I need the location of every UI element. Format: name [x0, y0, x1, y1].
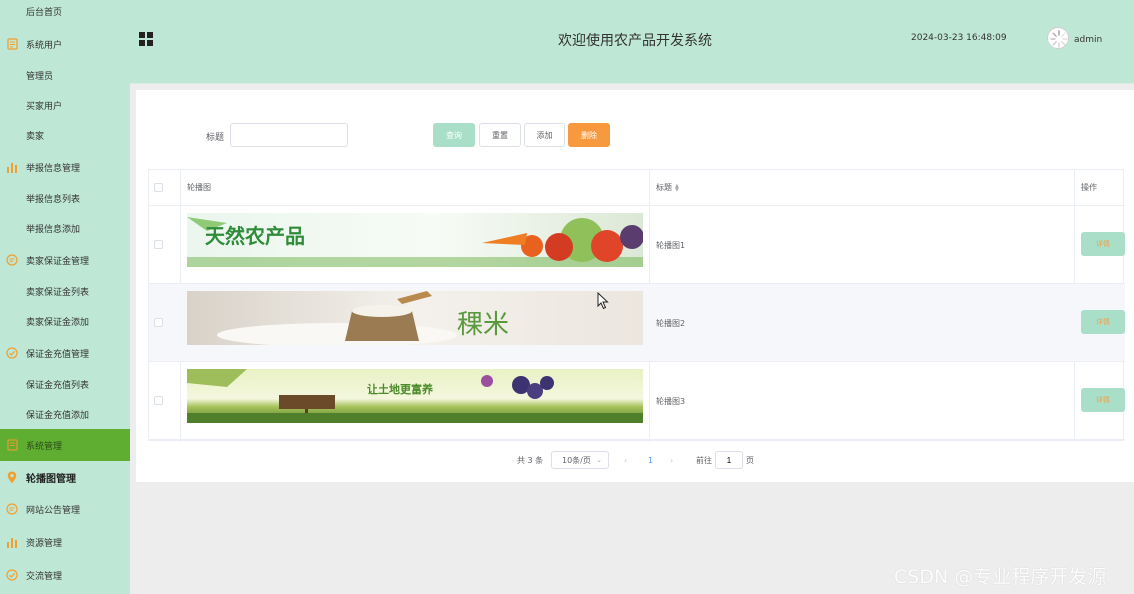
sidebar-item-label: 举报信息添加	[26, 224, 81, 235]
row-checkbox[interactable]	[154, 396, 163, 405]
title-search-input[interactable]	[230, 123, 348, 147]
chat-icon	[6, 503, 18, 515]
table-row: 稞米 轮播图2 详情	[149, 284, 1125, 362]
sidebar: 后台首页 系统用户 管理员 买家用户 卖家 举报信息管理 举报信息列表 举报信息…	[0, 0, 130, 594]
sidebar-item-buyer-users[interactable]: 买家用户	[0, 90, 130, 120]
page-size-select[interactable]: 10条/页 ⌄	[551, 451, 609, 469]
reset-button[interactable]: 重置	[479, 123, 521, 147]
row-checkbox[interactable]	[154, 240, 163, 249]
sort-icon[interactable]: ▲ ▼	[675, 183, 679, 192]
document-icon	[6, 38, 18, 50]
sidebar-item-label: 举报信息列表	[26, 194, 81, 205]
sidebar-item-label: 管理员	[26, 71, 54, 82]
sidebar-item-deposit-add[interactable]: 卖家保证金添加	[0, 306, 130, 336]
row-title: 轮播图1	[656, 241, 686, 250]
header-datetime: 2024-03-23 16:48:09	[911, 33, 1007, 43]
sidebar-item-label: 保证金充值添加	[26, 410, 90, 421]
goto-prefix: 前往	[696, 455, 712, 465]
document-icon	[6, 439, 18, 451]
avatar[interactable]	[1047, 27, 1069, 49]
sidebar-item-seller[interactable]: 卖家	[0, 120, 130, 150]
username[interactable]: admin	[1074, 35, 1102, 45]
goto-suffix: 页	[746, 455, 754, 465]
query-button[interactable]: 查询	[433, 123, 475, 147]
row-title: 轮播图3	[656, 397, 686, 406]
goto-page-input[interactable]	[715, 451, 743, 469]
detail-button[interactable]: 详情	[1081, 232, 1125, 256]
location-pin-icon	[6, 471, 18, 483]
prev-page-icon[interactable]: ‹	[624, 450, 627, 470]
watermark: CSDN @专业程序开发源	[894, 566, 1107, 588]
check-circle-icon	[6, 347, 18, 359]
column-header-title-label: 标题	[656, 183, 672, 192]
carousel-table: 轮播图 标题 ▲ ▼ 操作 天然农产品 轮播图1 详情 稞米 轮播图2 详情 让…	[148, 169, 1125, 442]
add-button[interactable]: 添加	[524, 123, 565, 147]
carousel-image-rice: 稞米	[187, 291, 643, 345]
sidebar-item-label: 举报信息管理	[26, 163, 81, 174]
mouse-cursor-icon	[597, 291, 609, 314]
table-header: 轮播图 标题 ▲ ▼ 操作	[149, 170, 1125, 206]
sidebar-item-label: 卖家保证金列表	[26, 287, 90, 298]
column-header-title[interactable]: 标题 ▲ ▼	[656, 182, 679, 193]
detail-button[interactable]: 详情	[1081, 388, 1125, 412]
sidebar-item-report-add[interactable]: 举报信息添加	[0, 213, 130, 243]
sidebar-item-recharge-add[interactable]: 保证金充值添加	[0, 399, 130, 429]
page-number-current[interactable]: 1	[648, 450, 653, 470]
sidebar-item-label: 网站公告管理	[26, 505, 81, 516]
next-page-icon[interactable]: ›	[670, 450, 673, 470]
banner-text: 稞米	[457, 310, 509, 340]
carousel-image-farmland: 让土地更富养	[187, 369, 643, 423]
top-header: 欢迎使用农产品开发系统 2024-03-23 16:48:09 admin	[130, 0, 1134, 84]
sidebar-item-label: 轮播图管理	[26, 473, 76, 485]
column-header-image: 轮播图	[187, 183, 211, 192]
bar-chart-icon	[6, 161, 18, 173]
sidebar-item-notice-management[interactable]: 网站公告管理	[0, 494, 130, 524]
select-all-checkbox[interactable]	[154, 183, 163, 192]
sidebar-item-report-list[interactable]: 举报信息列表	[0, 183, 130, 213]
sidebar-item-label: 保证金充值列表	[26, 380, 90, 391]
sidebar-item-label: 系统管理	[26, 441, 63, 452]
detail-button[interactable]: 详情	[1081, 310, 1125, 334]
table-row: 让土地更富养 轮播图3 详情	[149, 362, 1125, 440]
sidebar-item-exchange-management[interactable]: 交流管理	[0, 560, 130, 590]
search-label: 标题	[206, 133, 225, 143]
sidebar-item-label: 后台首页	[26, 7, 63, 18]
chat-icon	[6, 254, 18, 266]
sidebar-item-system-management[interactable]: 系统管理	[0, 429, 130, 461]
sidebar-item-home[interactable]: 后台首页	[0, 0, 130, 26]
bar-chart-icon	[6, 536, 18, 548]
table-row: 天然农产品 轮播图1 详情	[149, 206, 1125, 284]
sidebar-item-label: 资源管理	[26, 538, 63, 549]
pagination-total: 共 3 条	[517, 455, 544, 465]
sidebar-item-admin[interactable]: 管理员	[0, 60, 130, 90]
sidebar-item-label: 卖家	[26, 131, 45, 142]
banner-text: 天然农产品	[205, 224, 305, 248]
sidebar-item-resource-management[interactable]: 资源管理	[0, 527, 130, 557]
sidebar-item-report-management[interactable]: 举报信息管理	[0, 152, 130, 182]
carousel-image-vegetables: 天然农产品	[187, 213, 643, 267]
page-size-value: 10条/页	[562, 455, 591, 465]
sidebar-item-label: 卖家保证金管理	[26, 256, 90, 267]
sidebar-item-label: 交流管理	[26, 571, 63, 582]
sidebar-item-label: 卖家保证金添加	[26, 317, 90, 328]
sidebar-item-label: 保证金充值管理	[26, 349, 90, 360]
sidebar-item-deposit-management[interactable]: 卖家保证金管理	[0, 245, 130, 275]
banner-text: 让土地更富养	[367, 382, 434, 396]
delete-button[interactable]: 删除	[568, 123, 610, 147]
column-header-actions: 操作	[1081, 183, 1097, 192]
sidebar-item-carousel-management[interactable]: 轮播图管理	[0, 462, 130, 492]
sidebar-item-label: 买家用户	[26, 101, 63, 112]
sidebar-item-label: 系统用户	[26, 40, 63, 51]
sidebar-item-recharge-management[interactable]: 保证金充值管理	[0, 338, 130, 368]
content-card: 标题 查询 重置 添加 删除 轮播图 标题 ▲ ▼ 操作 天然农产品 轮播图1 …	[136, 90, 1134, 482]
sidebar-item-system-users[interactable]: 系统用户	[0, 29, 130, 59]
row-checkbox[interactable]	[154, 318, 163, 327]
check-circle-icon	[6, 569, 18, 581]
chevron-down-icon: ⌄	[596, 456, 602, 464]
sidebar-item-deposit-list[interactable]: 卖家保证金列表	[0, 276, 130, 306]
row-title: 轮播图2	[656, 319, 686, 328]
sidebar-item-recharge-list[interactable]: 保证金充值列表	[0, 369, 130, 399]
